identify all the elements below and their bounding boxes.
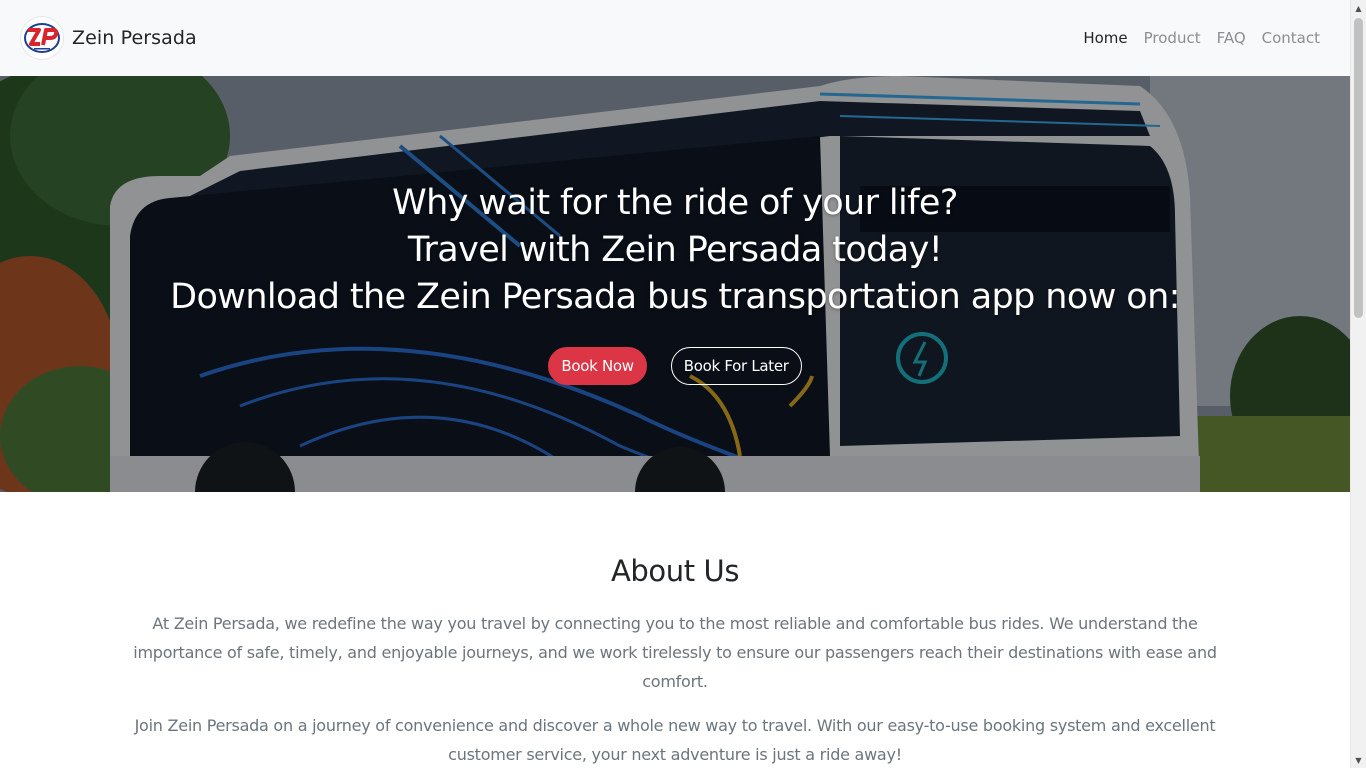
- about-section: About Us At Zein Persada, we redefine th…: [0, 492, 1350, 768]
- brand-logo: [20, 16, 64, 60]
- scroll-down-arrow-icon[interactable]: ▼: [1351, 752, 1366, 768]
- hero-buttons: Book Now Book For Later: [548, 347, 802, 385]
- hero-heading-line-2: Travel with Zein Persada today!: [407, 230, 943, 270]
- hero-heading-line-1: Why wait for the ride of your life?: [392, 183, 958, 223]
- nav-link-contact[interactable]: Contact: [1254, 21, 1328, 55]
- about-paragraph-1: At Zein Persada, we redefine the way you…: [133, 614, 1217, 691]
- scrollbar-thumb[interactable]: [1354, 18, 1363, 318]
- zp-logo-icon: [24, 23, 60, 53]
- about-title: About Us: [610, 554, 740, 588]
- brand-link[interactable]: Zein Persada: [20, 16, 197, 60]
- hero-section: Why wait for the ride of your life? Trav…: [0, 76, 1350, 492]
- nav-links: Home Product FAQ Contact: [1075, 21, 1328, 55]
- nav-link-product[interactable]: Product: [1136, 21, 1209, 55]
- page-scrollbar[interactable]: ▲ ▼: [1350, 0, 1366, 768]
- about-paragraph-2: Join Zein Persada on a journey of conven…: [134, 716, 1216, 764]
- nav-link-faq[interactable]: FAQ: [1209, 21, 1254, 55]
- book-for-later-button[interactable]: Book For Later: [670, 347, 802, 385]
- hero-content: Why wait for the ride of your life? Trav…: [0, 76, 1350, 492]
- scroll-up-arrow-icon[interactable]: ▲: [1351, 0, 1366, 16]
- hero-heading-line-3: Download the Zein Persada bus transporta…: [170, 277, 1180, 317]
- book-now-button[interactable]: Book Now: [548, 347, 647, 385]
- navbar: Zein Persada Home Product FAQ Contact: [0, 0, 1350, 76]
- brand-name: Zein Persada: [72, 27, 197, 49]
- nav-link-home[interactable]: Home: [1075, 21, 1135, 55]
